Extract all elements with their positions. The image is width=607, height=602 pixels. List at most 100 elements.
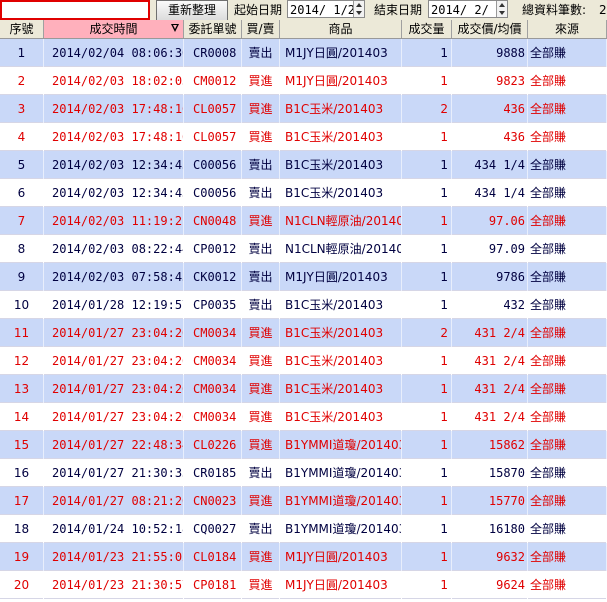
table-row[interactable]: 15 2014/01/27 22:48:34 CL0226 買進 B1YMMI道瓊/20… — [0, 431, 607, 459]
start-date-picker[interactable]: 2014/ 1/20 — [287, 0, 365, 18]
table-row[interactable]: 18 2014/01/24 10:52:18 CQ0027 賣出 B1YMMI道瓊/20… — [0, 515, 607, 543]
cell-order: CL0226 — [184, 431, 242, 459]
cell-source: 全部賺 — [528, 207, 607, 235]
cell-source: 全部賺 — [528, 95, 607, 123]
cell-no: 10 — [0, 291, 44, 319]
cell-order: CP0012 — [184, 235, 242, 263]
end-date-spin-icon[interactable] — [496, 1, 507, 17]
cell-time: 2014/02/03 07:58:45 — [44, 263, 184, 291]
cell-no: 4 — [0, 123, 44, 151]
cell-source: 全部賺 — [528, 543, 607, 571]
table-row[interactable]: 17 2014/01/27 08:21:20 CN0023 買進 B1YMMI道瓊/20… — [0, 487, 607, 515]
cell-source: 全部賺 — [528, 487, 607, 515]
cell-qty: 2 — [402, 95, 452, 123]
cell-price: 9632 — [452, 543, 528, 571]
col-header-product[interactable]: 商品 — [280, 20, 402, 38]
col-header-side[interactable]: 買/賣 — [242, 20, 280, 38]
cell-product: M1JY日圓/201403 — [280, 543, 402, 571]
table-row[interactable]: 11 2014/01/27 23:04:26 CM0034 買進 B1C玉米/20140… — [0, 319, 607, 347]
cell-order: CM0034 — [184, 375, 242, 403]
table-row[interactable]: 3 2014/02/03 17:48:16 CL0057 買進 B1C玉米/201403… — [0, 95, 607, 123]
table-row[interactable]: 16 2014/01/27 21:30:35 CR0185 賣出 B1YMMI道瓊/20… — [0, 459, 607, 487]
cell-no: 8 — [0, 235, 44, 263]
table-row[interactable]: 6 2014/02/03 12:34:45 C00056 賣出 B1C玉米/201403… — [0, 179, 607, 207]
cell-no: 5 — [0, 151, 44, 179]
cell-no: 16 — [0, 459, 44, 487]
start-date-spin-icon[interactable] — [353, 1, 364, 17]
cell-no: 20 — [0, 571, 44, 599]
cell-source: 全部賺 — [528, 179, 607, 207]
table-row[interactable]: 5 2014/02/03 12:34:45 C00056 賣出 B1C玉米/201403… — [0, 151, 607, 179]
cell-no: 7 — [0, 207, 44, 235]
table-row[interactable]: 20 2014/01/23 21:30:57 CP0181 買進 M1JY日圓/2014… — [0, 571, 607, 599]
col-header-order[interactable]: 委託單號 — [184, 20, 242, 38]
cell-price: 97.06 — [452, 207, 528, 235]
cell-qty: 1 — [402, 263, 452, 291]
cell-product: B1C玉米/201403 — [280, 319, 402, 347]
cell-side: 買進 — [242, 487, 280, 515]
table-row[interactable]: 2 2014/02/03 18:02:03 CM0012 買進 M1JY日圓/20140… — [0, 67, 607, 95]
cell-side: 賣出 — [242, 235, 280, 263]
cell-order: CR0008 — [184, 39, 242, 67]
cell-no: 14 — [0, 403, 44, 431]
search-input[interactable] — [0, 0, 150, 20]
cell-price: 431 2/4 — [452, 347, 528, 375]
cell-price: 9624 — [452, 571, 528, 599]
cell-time: 2014/02/03 18:02:03 — [44, 67, 184, 95]
cell-side: 賣出 — [242, 151, 280, 179]
cell-qty: 1 — [402, 67, 452, 95]
table-row[interactable]: 19 2014/01/23 21:55:02 CL0184 買進 M1JY日圓/2014… — [0, 543, 607, 571]
cell-side: 買進 — [242, 347, 280, 375]
cell-order: CL0057 — [184, 95, 242, 123]
cell-qty: 2 — [402, 319, 452, 347]
table-row[interactable]: 7 2014/02/03 11:19:21 CN0048 買進 N1CLN輕原油/201… — [0, 207, 607, 235]
cell-qty: 1 — [402, 179, 452, 207]
cell-order: CM0012 — [184, 67, 242, 95]
cell-source: 全部賺 — [528, 375, 607, 403]
end-date-picker[interactable]: 2014/ 2/ 5 — [428, 0, 508, 18]
cell-no: 18 — [0, 515, 44, 543]
cell-side: 買進 — [242, 95, 280, 123]
cell-qty: 1 — [402, 235, 452, 263]
table-row[interactable]: 8 2014/02/03 08:22:44 CP0012 賣出 N1CLN輕原油/201… — [0, 235, 607, 263]
table-row[interactable]: 12 2014/01/27 23:04:26 CM0034 買進 B1C玉米/20140… — [0, 347, 607, 375]
table-row[interactable]: 10 2014/01/28 12:19:57 CP0035 賣出 B1C玉米/20140… — [0, 291, 607, 319]
cell-order: CM0034 — [184, 319, 242, 347]
cell-source: 全部賺 — [528, 515, 607, 543]
col-header-qty[interactable]: 成交量 — [402, 20, 452, 38]
table-row[interactable]: 14 2014/01/27 23:04:26 CM0034 買進 B1C玉米/20140… — [0, 403, 607, 431]
cell-product: B1C玉米/201403 — [280, 123, 402, 151]
cell-side: 賣出 — [242, 459, 280, 487]
cell-source: 全部賺 — [528, 123, 607, 151]
cell-qty: 1 — [402, 291, 452, 319]
grid-header: 序號 成交時間 委託單號 買/賣 商品 成交量 成交價/均價 來源 — [0, 20, 607, 39]
cell-no: 13 — [0, 375, 44, 403]
col-header-no[interactable]: 序號 — [0, 20, 44, 38]
cell-product: B1YMMI道瓊/201403 — [280, 431, 402, 459]
col-header-time[interactable]: 成交時間 — [44, 20, 184, 38]
table-row[interactable]: 4 2014/02/03 17:48:16 CL0057 買進 B1C玉米/201403… — [0, 123, 607, 151]
cell-product: B1C玉米/201403 — [280, 403, 402, 431]
cell-price: 9786 — [452, 263, 528, 291]
table-row[interactable]: 1 2014/02/04 08:06:30 CR0008 賣出 M1JY日圓/20140… — [0, 39, 607, 67]
cell-order: CN0023 — [184, 487, 242, 515]
col-header-price[interactable]: 成交價/均價 — [452, 20, 528, 38]
cell-no: 6 — [0, 179, 44, 207]
total-count-label: 總資料筆數: — [522, 3, 587, 17]
cell-side: 賣出 — [242, 291, 280, 319]
cell-source: 全部賺 — [528, 403, 607, 431]
cell-product: M1JY日圓/201403 — [280, 67, 402, 95]
cell-product: B1YMMI道瓊/201403 — [280, 487, 402, 515]
cell-product: B1YMMI道瓊/201403 — [280, 459, 402, 487]
cell-source: 全部賺 — [528, 235, 607, 263]
table-row[interactable]: 13 2014/01/27 23:04:26 CM0034 買進 B1C玉米/20140… — [0, 375, 607, 403]
cell-price: 15770 — [452, 487, 528, 515]
col-header-source[interactable]: 來源 — [528, 20, 607, 38]
cell-time: 2014/01/27 23:04:26 — [44, 403, 184, 431]
refresh-button[interactable]: 重新整理 — [156, 0, 228, 21]
cell-qty: 1 — [402, 431, 452, 459]
cell-time: 2014/01/24 10:52:18 — [44, 515, 184, 543]
toolbar: 重新整理 起始日期 2014/ 1/20 結束日期 2014/ 2/ 5 總資料… — [0, 0, 607, 21]
cell-time: 2014/02/03 08:22:44 — [44, 235, 184, 263]
table-row[interactable]: 9 2014/02/03 07:58:45 CK0012 賣出 M1JY日圓/20140… — [0, 263, 607, 291]
